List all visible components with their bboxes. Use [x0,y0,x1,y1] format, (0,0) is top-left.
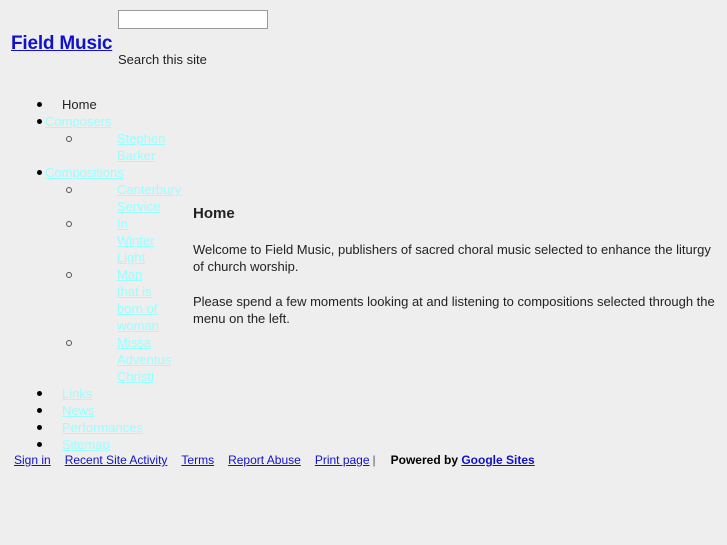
powered-by-block: Powered by Google Sites [379,453,535,467]
sidebar-navigation: Home Composers Stephen Barker Compositio… [0,96,185,453]
footer-link-sign-in[interactable]: Sign in [14,453,51,467]
powered-by-label: Powered by [390,453,458,467]
sidebar-item-label[interactable]: Sitemap [62,437,110,452]
content-paragraph: Welcome to Field Music, publishers of sa… [193,242,711,274]
bullet-circle-icon [66,340,72,346]
site-header: Field Music Search this site [0,0,727,86]
bullet-disc-icon [37,102,42,107]
bullet-disc-icon [37,170,42,175]
bullet-disc-icon [37,408,42,413]
footer-link-terms[interactable]: Terms [181,453,214,467]
bullet-disc-icon [37,391,42,396]
sidebar-subitem-in-winter-light[interactable]: In Winter Light [0,215,155,266]
bullet-disc-icon [37,425,42,430]
bullet-disc-icon [37,442,42,447]
main-content: Home Welcome to Field Music, publishers … [193,205,718,345]
nav-list-sub: Canterbury Service In Winter Light Man t… [0,181,181,385]
site-footer: Sign in Recent Site Activity Terms Report A… [0,452,727,472]
sidebar-item-sitemap[interactable]: Sitemap [0,436,185,453]
bullet-circle-icon [66,221,72,227]
google-sites-link[interactable]: Google Sites [461,453,534,467]
search-box-container [118,10,268,29]
sidebar-item-label: Home [62,97,97,112]
sidebar-item-label[interactable]: Performances [62,420,143,435]
bullet-circle-icon [66,272,72,278]
sidebar-subitem-stephen-barker[interactable]: Stephen Barker [0,130,165,164]
sidebar-subitem-label[interactable]: Canterbury Service [117,181,181,215]
sidebar-subitem-man-that-is-born-of-woman[interactable]: Man that is born of woman [0,266,159,334]
bullet-circle-icon [66,187,72,193]
page-title: Home [193,205,235,222]
footer-link-print-page[interactable]: Print page [315,453,370,467]
nav-list-sub: Stephen Barker [0,130,165,164]
footer-link-recent-site-activity[interactable]: Recent Site Activity [65,453,168,467]
nav-list-root: Home Composers Stephen Barker Compositio… [0,96,185,453]
sidebar-item-composers[interactable]: Composers Stephen Barker [0,113,185,164]
footer-separator: | [372,453,376,467]
sidebar-subitem-label[interactable]: Missa Adventus Christi [117,334,171,385]
sidebar-subitem-label[interactable]: Man that is born of woman [117,266,159,334]
sidebar-item-label[interactable]: Compositions [45,165,124,180]
site-title-link[interactable]: Field Music [11,33,112,55]
footer-link-report-abuse[interactable]: Report Abuse [228,453,301,467]
sidebar-subitem-canterbury-service[interactable]: Canterbury Service [0,181,181,215]
sidebar-item-news[interactable]: News [0,402,185,419]
bullet-circle-icon [66,136,72,142]
sidebar-item-compositions[interactable]: Compositions Canterbury Service In Winte… [0,164,185,385]
sidebar-item-home[interactable]: Home [0,96,185,113]
sidebar-item-label[interactable]: News [62,403,95,418]
sidebar-subitem-label[interactable]: In Winter Light [117,215,155,266]
sidebar-item-label[interactable]: Composers [45,114,111,129]
bullet-disc-icon [37,119,42,124]
sidebar-subitem-missa-adventus-christi[interactable]: Missa Adventus Christi [0,334,171,385]
search-input[interactable] [118,10,268,29]
sidebar-item-performances[interactable]: Performances [0,419,185,436]
sidebar-item-links[interactable]: Links [0,385,185,402]
sidebar-subitem-label[interactable]: Stephen Barker [117,130,165,164]
search-caption-label: Search this site [118,52,207,67]
sidebar-item-label[interactable]: Links [62,386,92,401]
content-paragraph: Please spend a few moments looking at an… [193,294,715,326]
